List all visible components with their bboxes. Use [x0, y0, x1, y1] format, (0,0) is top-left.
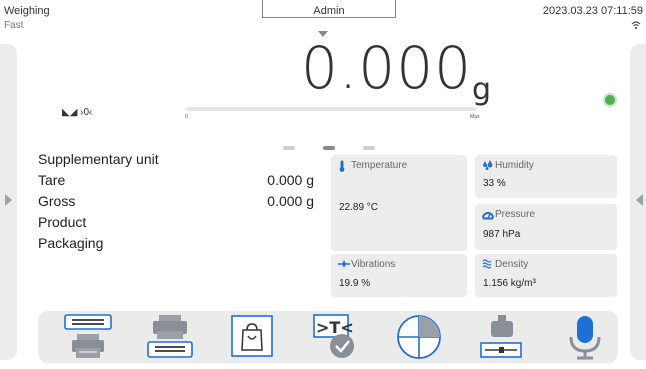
- print-header-button[interactable]: [62, 313, 112, 361]
- range-min-label: 0: [185, 114, 188, 120]
- temperature-value: 22.89 °C: [339, 202, 379, 213]
- svg-text:>T<: >T<: [316, 318, 354, 337]
- pressure-value: 987 hPa: [483, 229, 521, 240]
- humidity-tile[interactable]: Humidity 33 %: [475, 155, 617, 198]
- humidity-value: 33 %: [483, 178, 506, 189]
- pressure-gauge-icon: [482, 212, 494, 220]
- packaging-button[interactable]: [228, 313, 278, 361]
- density-icon: [480, 315, 522, 358]
- microphone-icon: [569, 316, 601, 360]
- arrow-right-icon[interactable]: [636, 194, 643, 206]
- info-label-tare: Tare: [38, 172, 66, 188]
- logged-user[interactable]: Admin: [262, 5, 396, 17]
- pager-dot[interactable]: [363, 146, 375, 150]
- temperature-tile[interactable]: Temperature 22.89 °C: [331, 155, 467, 251]
- weight-display: 0.000: [300, 34, 472, 102]
- pager-dot[interactable]: [283, 146, 295, 150]
- working-submode: Fast: [4, 20, 24, 31]
- vibrations-title: Vibrations: [351, 259, 396, 270]
- vibrations-tile[interactable]: Vibrations 19.9 %: [331, 254, 467, 297]
- temperature-title: Temperature: [351, 160, 408, 171]
- pressure-tile[interactable]: Pressure 987 hPa: [475, 204, 617, 250]
- pressure-title: Pressure: [495, 209, 536, 220]
- product-database-icon: [397, 315, 441, 359]
- thermometer-icon: [339, 160, 345, 172]
- tare-confirm-icon: >T<: [313, 314, 354, 358]
- product-database-button[interactable]: [394, 313, 444, 361]
- vibrations-icon: [338, 260, 350, 268]
- date-time: 2023.03.23 07:11:59: [542, 5, 643, 17]
- vibrations-value: 19.9 %: [339, 278, 371, 289]
- arrow-left-icon[interactable]: [5, 194, 12, 206]
- wifi-icon: [631, 21, 641, 30]
- info-label-product[interactable]: Product: [38, 214, 86, 230]
- info-value-gross: 0.000 g: [267, 193, 314, 209]
- stability-indicator: [603, 93, 617, 107]
- status-indicators: ◣◢ ›0‹: [62, 107, 93, 118]
- humidity-icon: [483, 160, 493, 170]
- range-max-label: Max: [470, 114, 480, 120]
- density-tile[interactable]: Density 1.156 kg/m³: [475, 254, 617, 297]
- weight-unit[interactable]: g: [472, 72, 491, 107]
- voice-control-button[interactable]: [560, 313, 610, 361]
- print-footer-icon: [147, 315, 193, 358]
- status-bar: Weighing Fast Admin 2023.03.23 07:11:59: [0, 0, 646, 37]
- print-header-icon: [64, 314, 112, 358]
- print-footer-button[interactable]: [145, 313, 195, 361]
- info-value-tare: 0.000 g: [267, 172, 314, 188]
- packaging-icon: [231, 315, 273, 357]
- info-label-supplementary-unit: Supplementary unit: [38, 151, 159, 167]
- humidity-title: Humidity: [495, 160, 534, 171]
- weighing-range-bar: [186, 107, 476, 111]
- density-icon: [482, 259, 492, 269]
- density-title: Density: [495, 259, 529, 270]
- info-label-gross: Gross: [38, 193, 76, 209]
- info-label-packaging[interactable]: Packaging: [38, 235, 103, 251]
- pager-dot[interactable]: [323, 146, 335, 150]
- tare-button[interactable]: >T<: [311, 313, 361, 361]
- density-value: 1.156 kg/m³: [483, 278, 536, 289]
- weight-button[interactable]: [477, 313, 527, 361]
- working-mode[interactable]: Weighing: [4, 5, 50, 17]
